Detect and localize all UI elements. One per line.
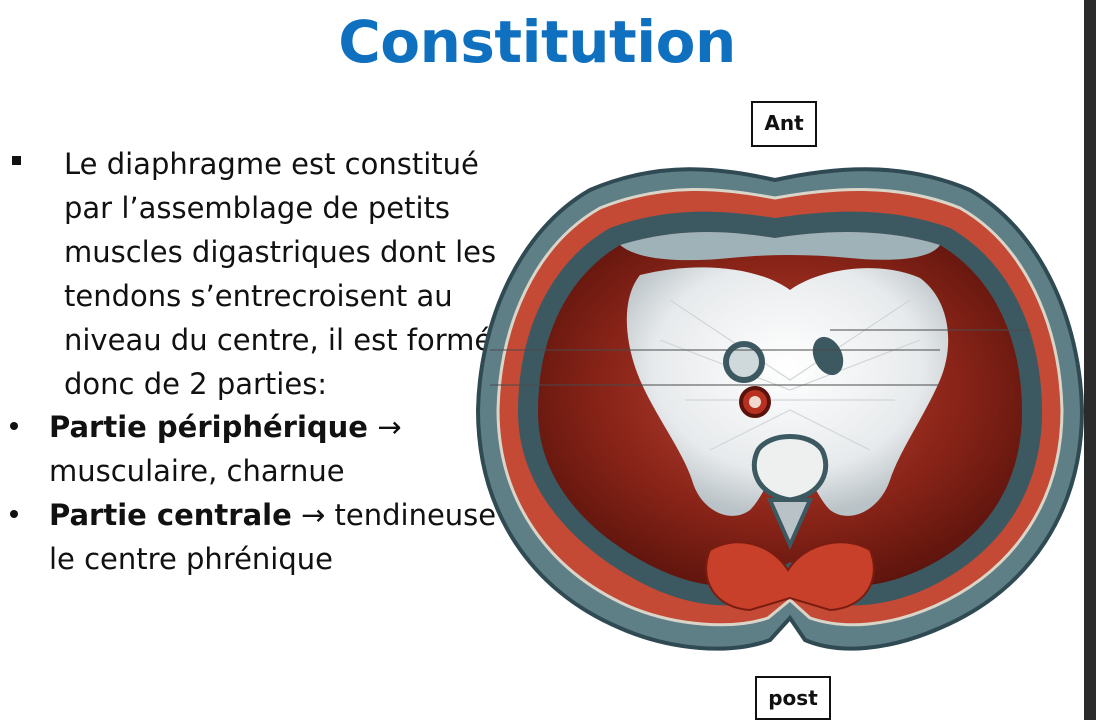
intro-line: donc de 2 parties: <box>64 367 328 401</box>
label-anterior: Ant <box>751 101 817 147</box>
slide-title: Constitution <box>338 8 736 76</box>
arrow-icon: → <box>367 410 402 444</box>
intro-line: niveau du centre, il est formé <box>64 323 493 357</box>
vertebra <box>751 434 829 503</box>
list-item-peripheral: Partie périphérique → musculaire, charnu… <box>49 405 402 493</box>
intro-line: Le diaphragme est constitué <box>64 147 479 181</box>
diaphragm-anatomy-illustration <box>475 167 1085 651</box>
intro-line: tendons s’entrecroisent au <box>64 279 453 313</box>
intro-line: muscles digastriques dont les <box>64 235 497 269</box>
item-line2: le centre phrénique <box>49 542 333 576</box>
slide: Constitution Le diaphragme est constitué… <box>0 0 1085 720</box>
item-term: Partie centrale <box>49 498 292 532</box>
item-line2: musculaire, charnue <box>49 454 345 488</box>
arrow-icon: → <box>291 498 335 532</box>
round-bullet-icon <box>10 422 18 430</box>
esophagus-opening <box>723 341 765 383</box>
label-posterior: post <box>755 676 831 720</box>
list-item-central: Partie centrale → tendineuse = le centre… <box>49 493 530 581</box>
round-bullet-icon <box>10 510 18 518</box>
item-term: Partie périphérique <box>49 410 368 444</box>
square-bullet-icon <box>12 156 21 165</box>
intro-line: par l’assemblage de petits <box>64 191 451 225</box>
intro-paragraph: Le diaphragme est constitué par l’assemb… <box>64 142 524 406</box>
window-edge-bar <box>1084 0 1096 720</box>
